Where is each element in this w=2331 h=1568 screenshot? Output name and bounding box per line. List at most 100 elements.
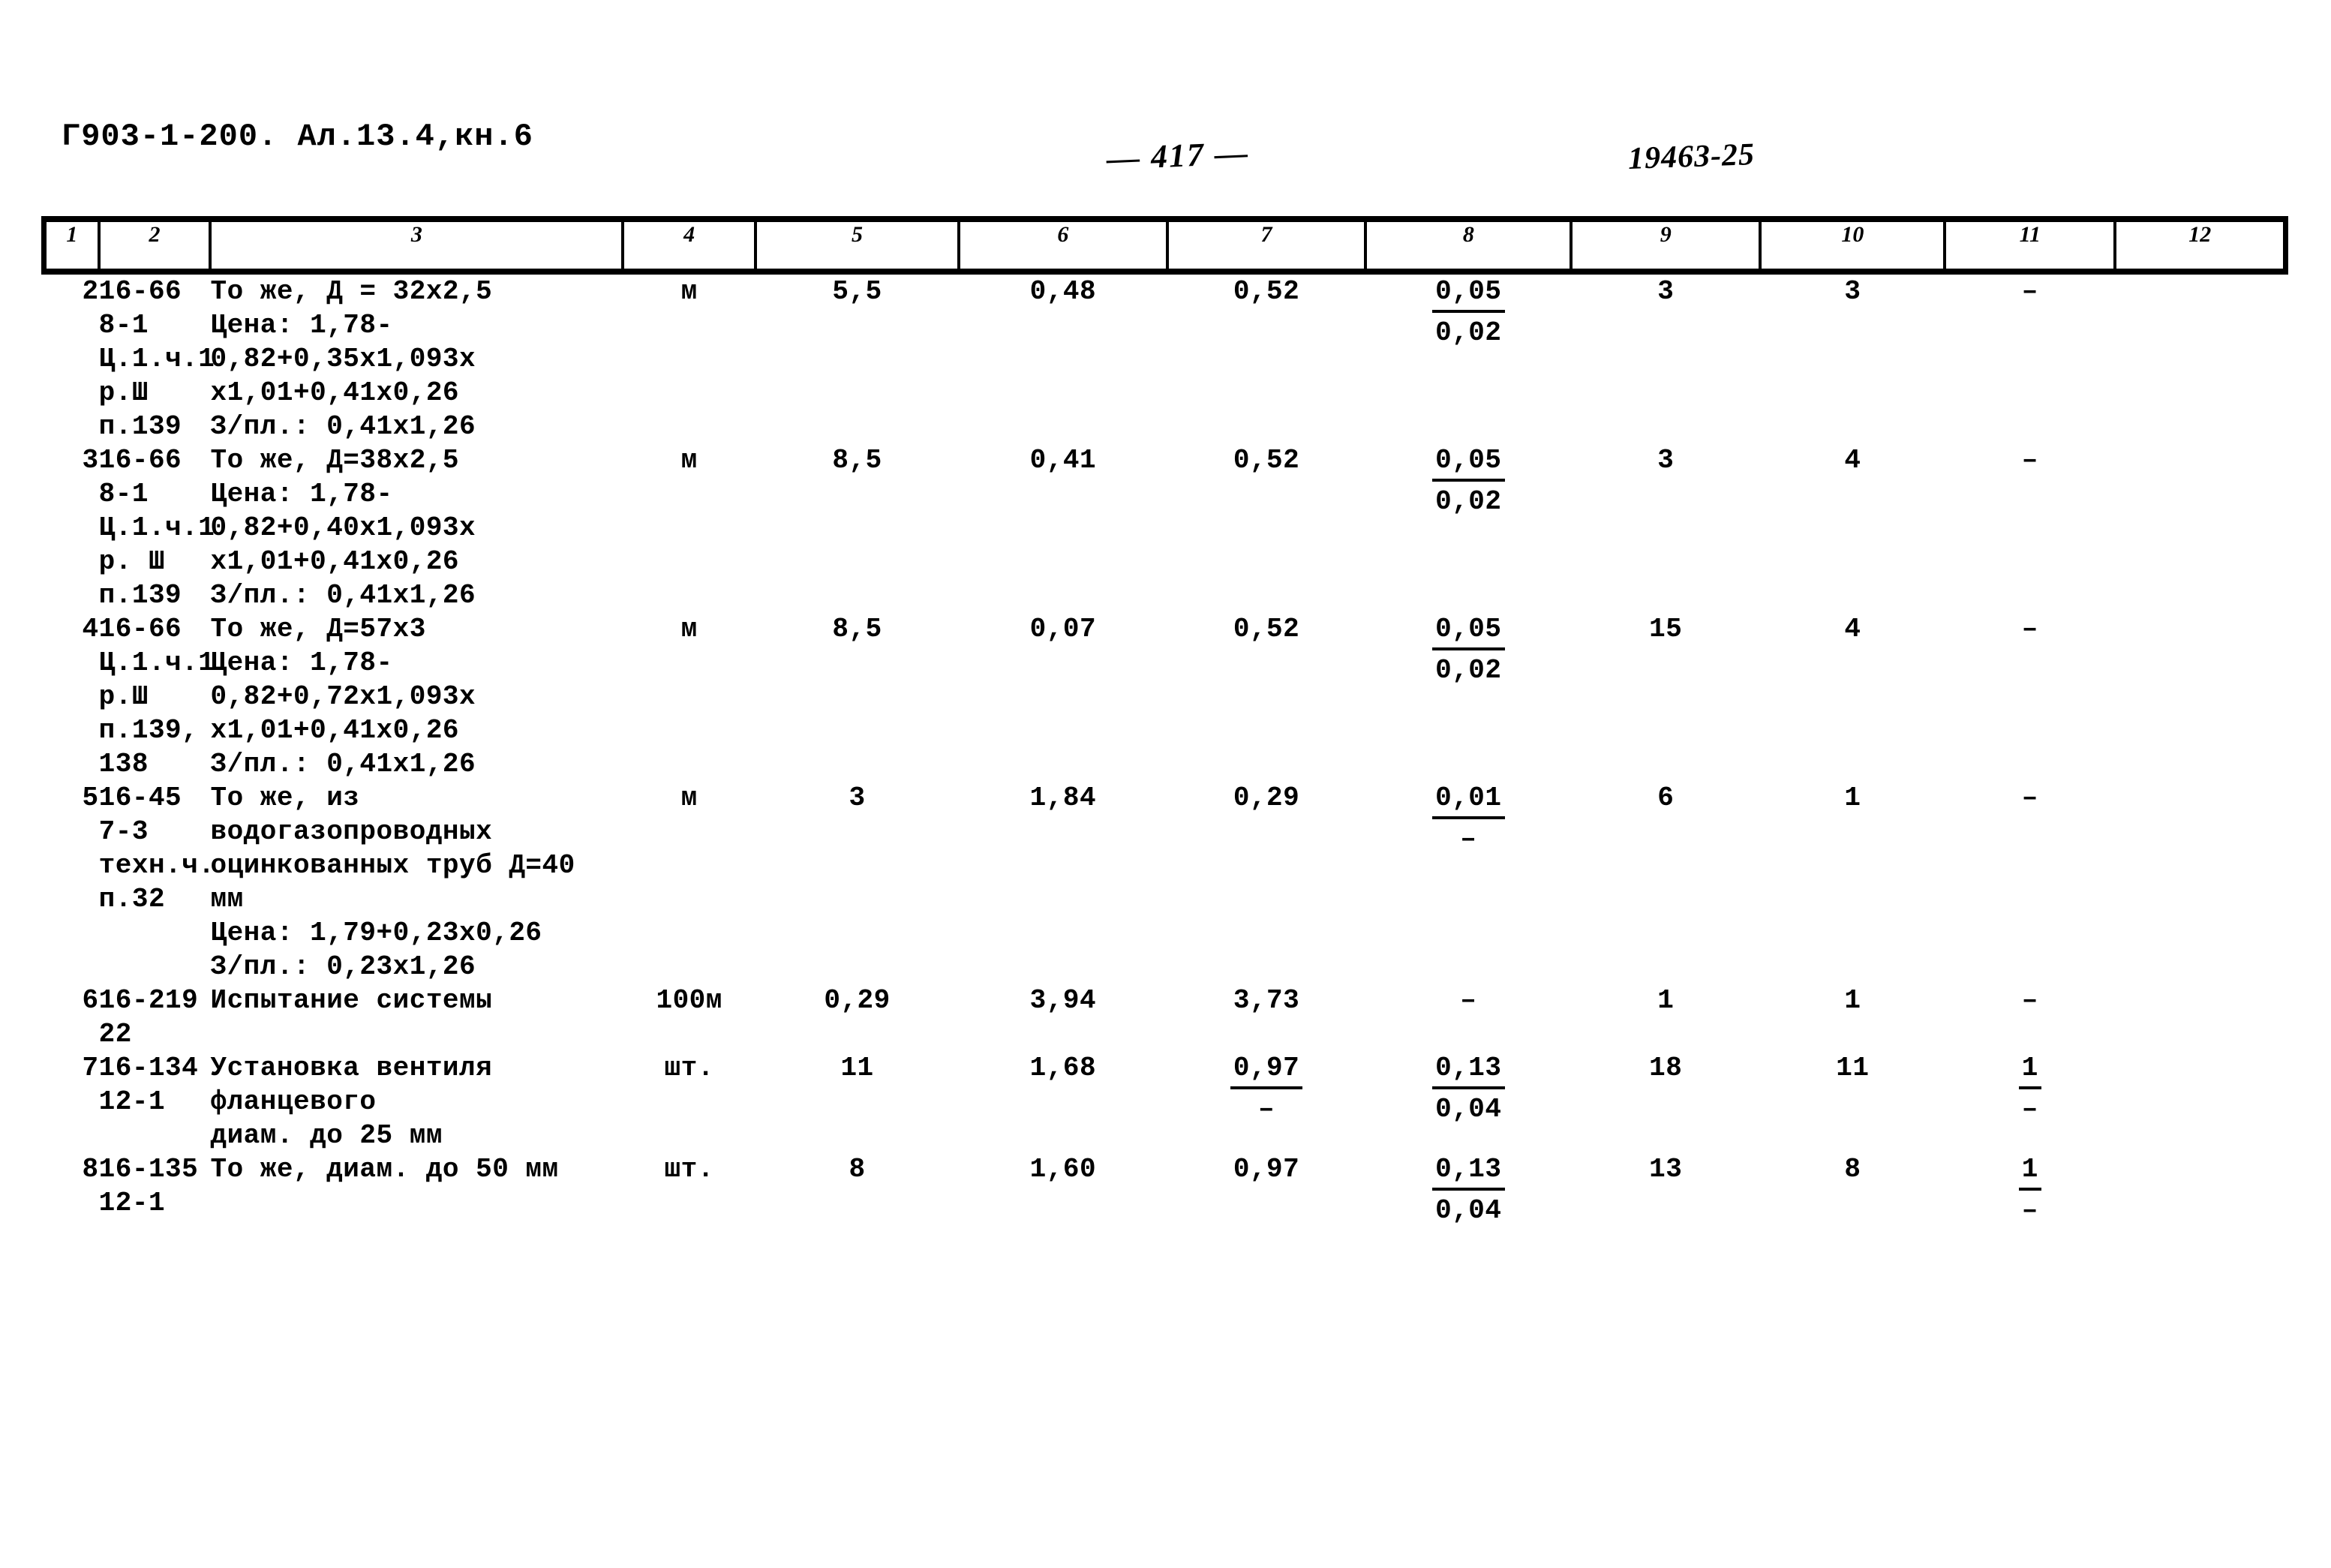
table-row: 4 16-66 Ц.1.ч.1 р.Ш п.139, 138 То же, Д=… [44, 612, 2286, 781]
fraction: 0,05 0,02 [1432, 275, 1505, 350]
fraction: 0,05 0,02 [1432, 612, 1505, 687]
row-col12 [2115, 272, 2285, 443]
fraction: 1 – [2018, 1051, 2041, 1126]
row-norm-code: 16-45 7-3 техн.ч. п.32 [98, 782, 215, 915]
fraction-denominator: – [2021, 1094, 2038, 1125]
row-col11: – [2021, 445, 2038, 476]
row-description: То же, диам. до 50 мм [210, 1154, 559, 1185]
fraction-denominator: 0,02 [1435, 486, 1502, 517]
row-col8-fraction: 0,01 – [1365, 781, 1571, 984]
row-col11: – [2021, 276, 2038, 307]
fraction-numerator: 1 [2018, 1051, 2041, 1089]
row-col7: 0,52 [1233, 614, 1300, 644]
column-number-4: 4 [621, 219, 757, 272]
fraction-numerator: 0,01 [1432, 781, 1505, 819]
column-number-10: 10 [1759, 219, 1947, 272]
row-col12 [2115, 1051, 2285, 1152]
row-unit: м [680, 276, 698, 307]
row-col9: 15 [1649, 614, 1683, 644]
row-col8-fraction: 0,05 0,02 [1365, 443, 1571, 612]
fraction: 0,01 – [1432, 781, 1505, 856]
row-norm-code: 16-219 22 [98, 985, 199, 1050]
row-position-number: 4 [82, 614, 99, 644]
row-col6: 3,94 [1029, 985, 1097, 1016]
row-col11-fraction: 1 – [1945, 1051, 2115, 1152]
row-description: То же, Д=57х3 Цена: 1,78-0,82+0,72х1,093… [210, 614, 476, 779]
row-col9: 18 [1649, 1053, 1683, 1083]
row-col11: – [2021, 614, 2038, 644]
row-col12 [2115, 443, 2285, 612]
row-col11: – [2021, 782, 2038, 813]
row-col7: 0,52 [1233, 445, 1300, 476]
row-col9: 13 [1649, 1154, 1683, 1185]
fraction-denominator: 0,04 [1435, 1094, 1502, 1125]
row-description: То же, Д = 32х2,5 Цена: 1,78-0,82+0,35х1… [210, 276, 493, 442]
row-norm-code: 16-134 12-1 [98, 1053, 199, 1117]
column-number-12: 12 [2113, 219, 2289, 272]
row-unit: шт. [664, 1154, 714, 1185]
row-quantity: 0,29 [824, 985, 891, 1016]
row-col6: 0,07 [1029, 614, 1097, 644]
row-description: То же, Д=38х2,5 Цена: 1,78-0,82+0,40х1,0… [210, 445, 476, 611]
fraction: 0,13 0,04 [1432, 1152, 1505, 1227]
fraction: 0,13 0,04 [1432, 1051, 1505, 1126]
row-col9: 1 [1657, 985, 1675, 1016]
row-quantity: 5,5 [832, 276, 882, 307]
stamp-number-handwritten: 19463-25 [1627, 137, 1756, 176]
row-unit: шт. [664, 1053, 714, 1083]
column-number-1: 1 [41, 219, 101, 272]
column-number-7: 7 [1165, 219, 1368, 272]
column-number-row: 1 2 3 4 5 6 7 8 9 10 11 12 [41, 219, 2289, 272]
table-row: 3 16-66 8-1 Ц.1.ч.1 р. Ш п.139 То же, Д=… [44, 443, 2286, 612]
row-norm-code: 16-66 8-1 Ц.1.ч.1 р.Ш п.139 [98, 276, 215, 442]
fraction-denominator: – [2021, 1195, 2038, 1226]
row-col10: 4 [1844, 614, 1861, 644]
row-position-number: 3 [82, 445, 99, 476]
row-col7: 0,97 [1233, 1154, 1300, 1185]
column-number-3: 3 [209, 219, 625, 272]
table-row: 7 16-134 12-1 Установка вентиля фланцево… [44, 1051, 2286, 1152]
fraction-denominator: 0,04 [1435, 1195, 1502, 1226]
row-col6: 1,84 [1029, 782, 1097, 813]
page-header: Г903-1-200. Ал.13.4,кн.6 — 417 — 19463-2… [0, 0, 2331, 218]
table-row: 2 16-66 8-1 Ц.1.ч.1 р.Ш п.139 То же, Д =… [44, 272, 2286, 443]
row-col6: 1,60 [1029, 1154, 1097, 1185]
row-col10: 1 [1844, 782, 1861, 813]
row-position-number: 2 [82, 276, 99, 307]
row-description: То же, из водогазопроводных оцинкованных… [210, 782, 575, 982]
row-description: Установка вентиля фланцевого диам. до 25… [210, 1053, 493, 1151]
row-col7: 3,73 [1233, 985, 1300, 1016]
row-quantity: 8 [849, 1154, 866, 1185]
column-number-8: 8 [1364, 219, 1573, 272]
row-col7-fraction: 0,97 – [1167, 1051, 1366, 1152]
row-position-number: 6 [82, 985, 99, 1016]
column-number-6: 6 [957, 219, 1169, 272]
row-description: Испытание системы [210, 985, 493, 1016]
row-col8-fraction: 0,13 0,04 [1365, 1152, 1571, 1227]
row-col12 [2115, 1152, 2285, 1227]
row-col6: 0,41 [1029, 445, 1097, 476]
row-col10: 8 [1844, 1154, 1861, 1185]
column-number-9: 9 [1570, 219, 1762, 272]
table-row: 5 16-45 7-3 техн.ч. п.32 То же, из водог… [44, 781, 2286, 984]
row-quantity: 11 [840, 1053, 874, 1083]
fraction-denominator: – [1460, 824, 1477, 855]
fraction-numerator: 0,05 [1432, 612, 1505, 650]
row-quantity: 8,5 [832, 614, 882, 644]
row-col12 [2115, 781, 2285, 984]
row-col11: – [2021, 985, 2038, 1016]
document-code: Г903-1-200. Ал.13.4,кн.6 [62, 119, 533, 155]
row-col6: 0,48 [1029, 276, 1097, 307]
row-col10: 1 [1844, 985, 1861, 1016]
row-unit: м [680, 782, 698, 813]
row-col8-fraction: 0,13 0,04 [1365, 1051, 1571, 1152]
column-number-11: 11 [1943, 219, 2117, 272]
fraction-numerator: 0,97 [1230, 1051, 1303, 1089]
row-norm-code: 16-66 8-1 Ц.1.ч.1 р. Ш п.139 [98, 445, 215, 611]
row-norm-code: 16-135 12-1 [98, 1154, 199, 1218]
row-col8: – [1460, 985, 1477, 1016]
row-col9: 6 [1657, 782, 1675, 813]
fraction: 0,05 0,02 [1432, 443, 1505, 518]
row-col11-fraction: 1 – [1945, 1152, 2115, 1227]
fraction-denominator: 0,02 [1435, 655, 1502, 686]
